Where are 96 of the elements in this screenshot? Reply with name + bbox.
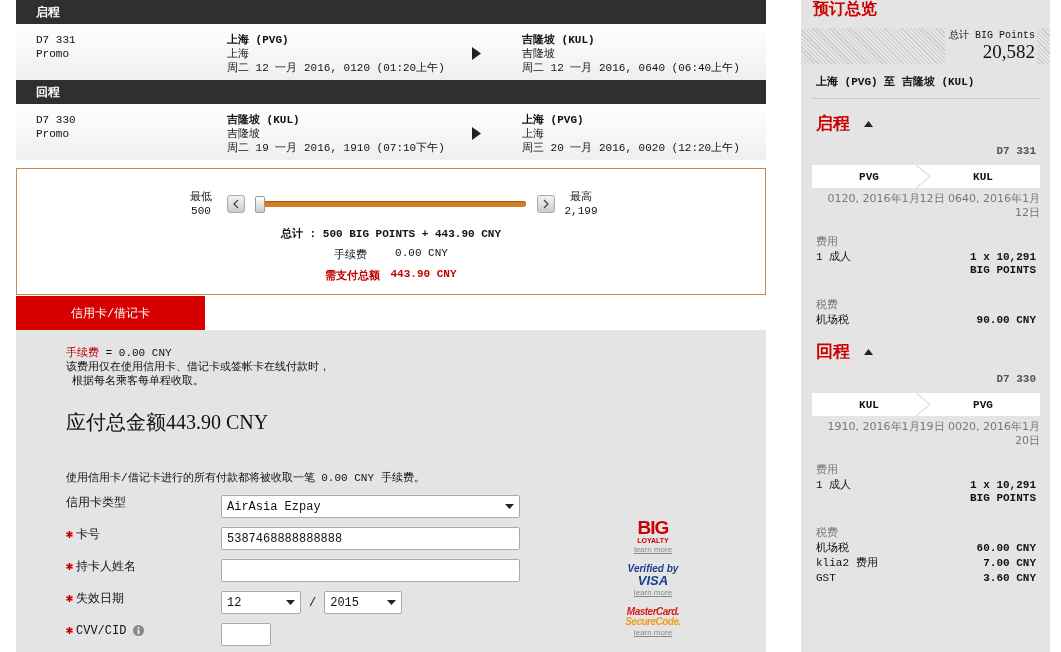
section-label: 费用 — [816, 234, 839, 249]
text-field[interactable] — [221, 559, 520, 582]
field-label: 持卡人姓名 — [76, 559, 136, 575]
fee-note: 根据每名乘客每单程收取。 — [71, 374, 205, 388]
departure-city-name: 吉隆坡 — [227, 127, 261, 141]
chevron-left-icon — [233, 199, 239, 209]
fare-value: 1 x 10,291 BIG POINTS — [969, 251, 1036, 277]
arrival-time: 周三 20 一月 2016, 0020 (12:20上午) — [522, 141, 741, 155]
route-text: 上海 (PVG) 至 吉隆坡 (KUL) — [812, 74, 1040, 99]
route-bar: PVG KUL — [812, 165, 1040, 188]
tax-value: 60.00 CNY — [975, 542, 1036, 555]
tax-value: 3.60 CNY — [982, 572, 1036, 585]
fee-note: 该费用仅在使用信用卡、借记卡或签帐卡在线付款时， — [66, 360, 331, 374]
total-points: 总计 : 500 BIG POINTS + 443.90 CNY — [280, 226, 501, 241]
decrease-button[interactable] — [227, 195, 245, 213]
collapse-triangle-icon[interactable] — [864, 348, 873, 355]
date-separator: / — [309, 595, 317, 610]
departure-city: 上海 (PVG) — [227, 33, 290, 47]
play-arrow-icon — [472, 47, 481, 60]
section-label: 费用 — [816, 462, 839, 477]
increase-button[interactable] — [537, 195, 555, 213]
field-label: CVV/CID — [76, 623, 127, 638]
verified-logo-text: VISA — [637, 574, 669, 587]
departure-city-name: 上海 — [227, 47, 250, 61]
field-label: 信用卡类型 — [66, 495, 126, 511]
total-amount: 应付总金额443.90 CNY — [66, 410, 270, 435]
fare-type: Promo — [36, 127, 70, 141]
flight-number: D7 331 — [995, 145, 1036, 157]
loyalty-logo-text: BIG — [637, 518, 669, 537]
field-label: 卡号 — [76, 527, 100, 543]
fee-label: 手续费 — [66, 347, 99, 359]
section-label: 税费 — [816, 525, 839, 540]
fare-label: 1 成人 — [816, 479, 852, 493]
tax-label: 机场税 — [816, 542, 849, 555]
fee-label: 手续费 — [334, 247, 368, 262]
learn-more-link[interactable]: learn more — [633, 546, 673, 554]
arrival-city-name: 上海 — [522, 127, 545, 141]
points-total-label: 总计 BIG Points — [949, 28, 1035, 42]
payable-value: 443.90 CNY — [390, 268, 457, 282]
verified-logo-text: Verified by — [627, 564, 679, 574]
arrival-city: 上海 (PVG) — [522, 113, 585, 127]
min-value: 500 — [191, 204, 211, 218]
tax-label: klia2 费用 — [816, 557, 878, 570]
collapse-triangle-icon[interactable] — [864, 120, 873, 127]
leg-heading[interactable]: 启程 — [816, 112, 850, 135]
learn-more-link[interactable]: learn more — [633, 629, 673, 637]
leg-heading[interactable]: 回程 — [816, 340, 850, 363]
tax-value: 90.00 CNY — [975, 314, 1036, 327]
payable-label: 需支付总额 — [325, 268, 381, 283]
play-arrow-icon — [472, 127, 481, 140]
caret-icon — [286, 600, 295, 605]
tax-label: GST — [816, 572, 836, 585]
caret-icon — [387, 600, 397, 605]
flight-times: 1910, 2016年1月19日 0020, 2016年1月20日 — [826, 420, 1040, 448]
points-slider[interactable] — [255, 195, 527, 213]
field-label: 失效日期 — [76, 591, 124, 607]
summary-title: 预订总览 — [813, 0, 878, 20]
text-field[interactable]: 5387468888888888 — [221, 527, 520, 550]
fee-notice: 使用信用卡/借记卡进行的所有付款都将被收取一笔 0.00 CNY 手续费。 — [66, 470, 426, 485]
fare-value: 1 x 10,291 BIG POINTS — [969, 479, 1036, 505]
payment-tab[interactable]: 信用卡/借记卡 — [16, 296, 205, 330]
flight-times: 0120, 2016年1月12日 0640, 2016年1月12日 — [826, 192, 1040, 220]
points-total-value: 20,582 — [982, 42, 1035, 62]
flight-number: D7 330 — [995, 373, 1036, 385]
arrival-time: 周二 12 一月 2016, 0640 (06:40上午) — [522, 61, 741, 75]
caret-icon — [505, 504, 514, 509]
slider-thumb[interactable] — [255, 195, 265, 213]
year-dropdown[interactable]: 2015 — [324, 591, 403, 614]
departure-time: 周二 12 一月 2016, 0120 (01:20上午) — [227, 61, 446, 75]
flight-number: D7 331 — [36, 33, 77, 47]
section-header: 启程 — [16, 0, 766, 24]
fee-value: 0.00 CNY — [395, 247, 448, 261]
month-dropdown[interactable]: 12 — [221, 591, 301, 614]
learn-more-link[interactable]: learn more — [633, 589, 673, 597]
card-type-dropdown[interactable]: AirAsia Ezpay — [221, 495, 520, 518]
section-header: 回程 — [16, 80, 766, 104]
max-label: 最高 — [570, 190, 592, 204]
arrival-city-name: 吉隆坡 — [522, 47, 556, 61]
section-label: 税费 — [816, 297, 839, 312]
securecode-logo-text: MasterCard. — [626, 607, 680, 617]
arrival-city: 吉隆坡 (KUL) — [522, 33, 596, 47]
tax-value: 7.00 CNY — [982, 557, 1036, 570]
cvv-field[interactable] — [221, 623, 271, 646]
flight-number: D7 330 — [36, 113, 77, 127]
chevron-right-icon — [543, 199, 549, 209]
departure-city: 吉隆坡 (KUL) — [227, 113, 301, 127]
route-bar: KUL PVG — [812, 393, 1040, 416]
departure-time: 周二 19 一月 2016, 1910 (07:10下午) — [227, 141, 446, 155]
fee-value: = 0.00 CNY — [105, 347, 172, 359]
tax-label: 机场税 — [816, 314, 849, 327]
fare-label: 1 成人 — [816, 251, 852, 265]
securecode-logo-text: SecureCode. — [625, 617, 681, 627]
fare-type: Promo — [36, 47, 70, 61]
max-value: 2,199 — [564, 204, 598, 218]
info-icon[interactable] — [133, 625, 145, 636]
min-label: 最低 — [190, 190, 212, 204]
